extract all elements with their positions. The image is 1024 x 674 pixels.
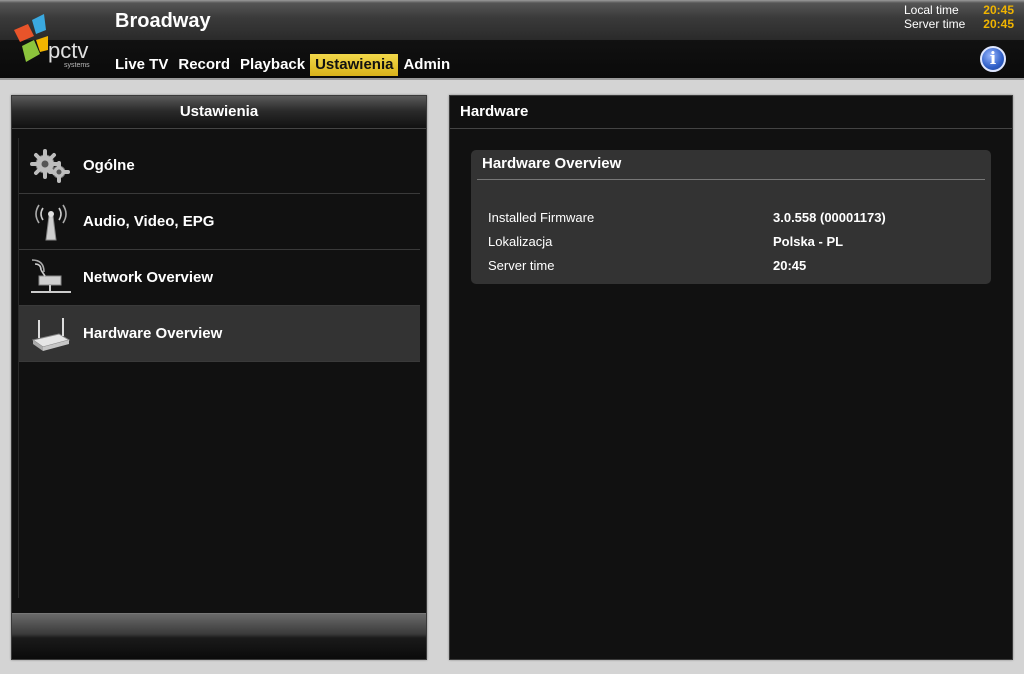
info-row-server-time: Server time 20:45 (488, 253, 978, 277)
antenna-icon (35, 204, 67, 240)
nav-playback[interactable]: Playback (235, 54, 310, 76)
sidebar-item-label: Audio, Video, EPG (83, 213, 215, 230)
local-time-value: 20:45 (983, 3, 1014, 17)
sidebar-item-label: Hardware Overview (83, 325, 223, 342)
settings-menu: Ogólne Audio, Video, EPG Network Overvie… (18, 138, 420, 598)
content-panel: Hardware Hardware Overview Installed Fir… (449, 95, 1013, 660)
pctv-logo: pctv systems (14, 14, 90, 69)
logo-wordmark: pctv (48, 38, 88, 63)
info-value: Polska - PL (773, 233, 844, 249)
page-title: Hardware (450, 96, 1012, 129)
server-time-value: 20:45 (983, 17, 1014, 31)
logo-subtext: systems (64, 62, 90, 69)
info-row-location: Lokalizacja Polska - PL (488, 229, 978, 253)
sidebar-item-network-overview[interactable]: Network Overview (19, 250, 420, 306)
main-nav: Live TV Record Playback Ustawienia Admin (110, 54, 455, 76)
info-row-firmware: Installed Firmware 3.0.558 (00001173) (488, 205, 978, 229)
sidebar-item-hardware-overview[interactable]: Hardware Overview (19, 306, 420, 362)
info-key: Lokalizacja (488, 233, 553, 249)
sidebar-item-ogolne[interactable]: Ogólne (19, 138, 420, 194)
nav-record[interactable]: Record (173, 54, 235, 76)
sidebar-item-label: Ogólne (83, 157, 135, 174)
server-time-label: Server time (904, 17, 966, 31)
nav-admin[interactable]: Admin (398, 54, 455, 76)
nav-live-tv[interactable]: Live TV (110, 54, 173, 76)
info-key: Server time (488, 257, 555, 273)
gears-icon (30, 148, 70, 183)
top-header: pctv systems Broadway Live TV Record Pla… (0, 0, 1024, 80)
network-icon (31, 258, 71, 293)
info-value: 3.0.558 (00001173) (773, 209, 886, 225)
sidebar-item-label: Network Overview (83, 269, 214, 286)
router-icon (31, 317, 71, 351)
sidebar-item-audio-video-epg[interactable]: Audio, Video, EPG (19, 194, 420, 250)
hardware-overview-card: Hardware Overview Installed Firmware 3.0… (471, 150, 991, 284)
sidebar-title: Ustawienia (12, 96, 426, 129)
info-key: Installed Firmware (488, 209, 595, 225)
clock-display: Local time 20:45 Server time 20:45 (904, 3, 1014, 31)
nav-ustawienia[interactable]: Ustawienia (310, 54, 399, 76)
app-title: Broadway (115, 10, 211, 32)
info-value: 20:45 (773, 257, 807, 273)
hardware-info-list: Installed Firmware 3.0.558 (00001173) Lo… (488, 205, 978, 277)
sidebar-footer (12, 613, 426, 659)
card-title: Hardware Overview (477, 150, 985, 180)
info-icon[interactable]: i (980, 46, 1006, 72)
local-time-label: Local time (904, 3, 959, 17)
settings-sidebar: Ustawienia Ogólne Audio, Video, EPG Netw… (11, 95, 427, 660)
